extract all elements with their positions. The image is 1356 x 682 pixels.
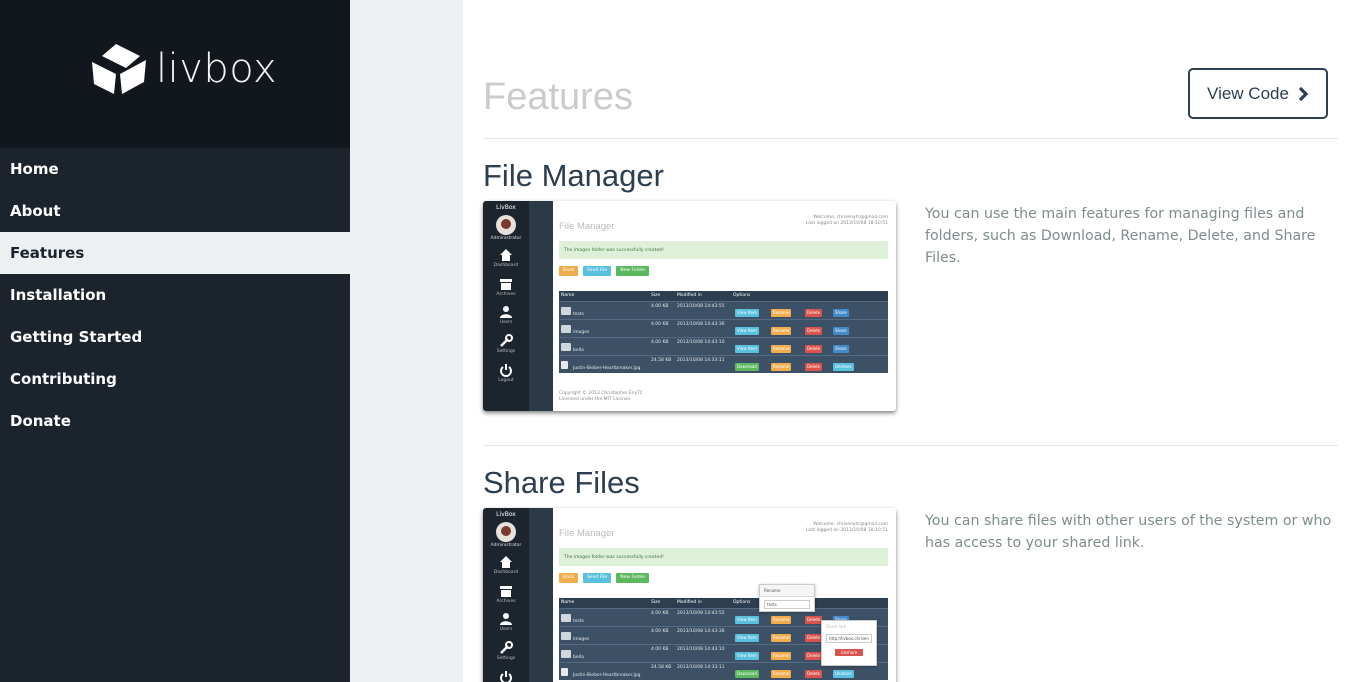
- screenshot-nav-settings: Settings: [483, 334, 529, 354]
- file-manager-screenshot: LivBox Administrator Dashboard Archives …: [483, 201, 896, 411]
- logo-area: livbox: [0, 0, 350, 148]
- screenshot-alert: The images folder was successfully creat…: [559, 241, 888, 259]
- folder-icon: [561, 614, 571, 622]
- screenshot-buttons: Back Send File New Folder: [559, 266, 650, 276]
- view-code-label: View Code: [1207, 83, 1289, 103]
- home-icon: [500, 249, 512, 261]
- sidebar-item-contributing[interactable]: Contributing: [0, 358, 350, 400]
- folder-icon: [561, 650, 571, 658]
- section-title-share-files: Share Files: [483, 465, 640, 500]
- sidebar-item-about[interactable]: About: [0, 190, 350, 232]
- screenshot-nav-users: Users: [483, 305, 529, 325]
- folder-icon: [561, 632, 571, 640]
- sidebar-item-getting-started[interactable]: Getting Started: [0, 316, 350, 358]
- table-row: tests 4.00 KB 2013/10/08 14:43:55 View I…: [559, 301, 888, 319]
- gutter: [350, 0, 463, 682]
- sidebar-item-home[interactable]: Home: [0, 148, 350, 190]
- screenshot-brand: LivBox: [496, 204, 516, 211]
- file-icon: [561, 668, 568, 676]
- sidebar-nav: Home About Features Installation Getting…: [0, 148, 350, 442]
- screenshot-nav-logout: Logout: [483, 363, 529, 383]
- sidebar-item-donate[interactable]: Donate: [0, 400, 350, 442]
- wrench-icon: [500, 641, 513, 654]
- view-code-button[interactable]: View Code: [1188, 68, 1328, 119]
- screenshot-title: File Manager: [559, 221, 615, 232]
- table-row: images 4.00 KB 2013/10/08 14:43:36 View …: [559, 319, 888, 337]
- archive-icon: [500, 586, 512, 597]
- sidebar-item-installation[interactable]: Installation: [0, 274, 350, 316]
- brand-logo[interactable]: livbox: [90, 42, 277, 96]
- folder-icon: [561, 343, 571, 351]
- wrench-icon: [500, 334, 513, 347]
- share-files-screenshot: LivBox Administrator Dashboard Archives …: [483, 508, 896, 682]
- screenshot-footer: Copyright © 2013 Christopher EnyTC Licen…: [559, 391, 643, 402]
- section-title-file-manager: File Manager: [483, 158, 664, 193]
- chevron-right-icon: [1297, 86, 1309, 102]
- avatar: [496, 522, 516, 542]
- screenshot-welcome: Welcome, chrisenytc@gmail.com Last logge…: [805, 215, 888, 226]
- home-icon: [500, 556, 512, 568]
- share-files-description: You can share files with other users of …: [925, 513, 1332, 551]
- sidebar-item-features[interactable]: Features: [0, 232, 350, 274]
- divider: [483, 445, 1338, 446]
- table-row: Justin-Bieber-Heartbreaker.jpg 24.58 KB …: [559, 355, 888, 373]
- user-icon: [500, 306, 512, 318]
- power-icon: [500, 671, 512, 682]
- user-icon: [500, 613, 512, 625]
- folder-icon: [561, 307, 571, 315]
- avatar: [496, 215, 516, 235]
- sidebar: livbox Home About Features Installation …: [0, 0, 350, 682]
- divider: [483, 138, 1338, 139]
- archive-icon: [500, 279, 512, 290]
- rename-popover: Rename tests: [759, 584, 815, 612]
- brand-name: livbox: [156, 46, 278, 92]
- main-content: Features View Code File Manager LivBox A…: [463, 0, 1356, 682]
- file-manager-description: You can use the main features for managi…: [925, 206, 1316, 266]
- folder-icon: [561, 325, 571, 333]
- screenshot-role: Administrator: [490, 236, 522, 241]
- cube-icon: [92, 44, 146, 94]
- file-icon: [561, 361, 568, 369]
- screenshot-nav-dashboard: Dashboard: [483, 248, 529, 268]
- screenshot-nav-archives: Archives: [483, 277, 529, 297]
- page-title: Features: [483, 76, 633, 118]
- table-row: bella 4.00 KB 2013/10/08 14:43:10 View I…: [559, 337, 888, 355]
- screenshot-table: Name Size Modified in Options tests 4.00…: [559, 291, 888, 373]
- power-icon: [500, 364, 512, 377]
- share-popover: Share link http://livbox.chrisen Unshare: [821, 620, 877, 666]
